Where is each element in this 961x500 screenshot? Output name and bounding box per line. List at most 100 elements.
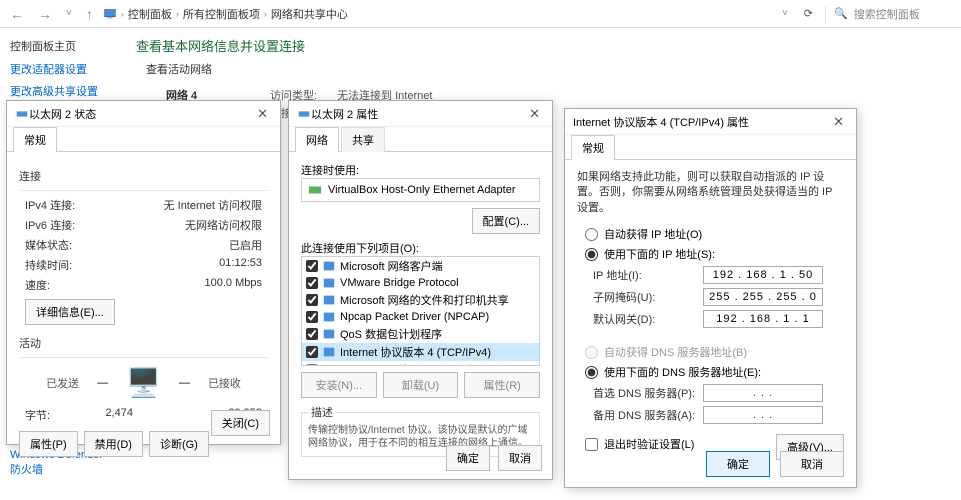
tab-general[interactable]: 常规 bbox=[13, 127, 57, 152]
speed-value: 100.0 Mbps bbox=[205, 277, 262, 293]
radio-auto-dns-label: 自动获得 DNS 服务器地址(B) bbox=[604, 344, 747, 360]
ipv4-conn-label: IPv4 连接: bbox=[25, 197, 75, 213]
ethernet-properties-dialog: 以太网 2 属性 ✕ 网络 共享 连接时使用: VirtualBox Host-… bbox=[288, 100, 553, 480]
bytes-sent: 2,474 bbox=[105, 407, 133, 423]
sidebar-link-sharing[interactable]: 更改高级共享设置 bbox=[10, 80, 110, 102]
component-icon bbox=[322, 345, 336, 359]
ip-address-input[interactable]: 192 . 168 . 1 . 50 bbox=[703, 266, 823, 284]
content-sub: 查看活动网络 bbox=[136, 61, 945, 77]
close-icon[interactable]: ✕ bbox=[253, 106, 272, 122]
ipv4-title: Internet 协议版本 4 (TCP/IPv4) 属性 bbox=[573, 114, 749, 130]
media-value: 已启用 bbox=[229, 237, 262, 253]
status-title: 以太网 2 状态 bbox=[29, 106, 96, 122]
uses-label: 此连接使用下列项目(O): bbox=[301, 240, 540, 256]
adapter-name: VirtualBox Host-Only Ethernet Adapter bbox=[328, 184, 516, 196]
activity-sep2: — bbox=[179, 377, 190, 389]
component-label: Microsoft 网络的文件和打印机共享 bbox=[340, 292, 509, 308]
radio-manual-dns-label: 使用下面的 DNS 服务器地址(E): bbox=[604, 364, 761, 380]
sidebar-link-adapter[interactable]: 更改适配器设置 bbox=[10, 58, 110, 80]
search-placeholder: 搜索控制面板 bbox=[854, 6, 920, 22]
component-label: Microsoft 网络适配器多路传送器协议 bbox=[340, 362, 520, 366]
diagnose-button[interactable]: 诊断(G) bbox=[149, 431, 209, 457]
search-box[interactable]: 🔍 搜索控制面板 bbox=[825, 6, 955, 22]
page-title: 查看基本网络信息并设置连接 bbox=[136, 36, 945, 55]
conn-using-label: 连接时使用: bbox=[301, 162, 540, 178]
adapter-icon bbox=[308, 183, 322, 197]
nav-up-icon[interactable]: ↑ bbox=[82, 6, 97, 22]
component-checkbox[interactable] bbox=[306, 294, 318, 306]
section-connection: 连接 bbox=[19, 168, 268, 184]
ip-address-label: IP 地址(I): bbox=[593, 267, 703, 283]
cancel-button[interactable]: 取消 bbox=[498, 445, 542, 471]
component-item[interactable]: QoS 数据包计划程序 bbox=[302, 325, 539, 343]
ipv4-note: 如果网络支持此功能，则可以获取自动指派的 IP 设置。否则，你需要从网络系统管理… bbox=[577, 170, 844, 216]
dns2-input[interactable]: . . . bbox=[703, 406, 823, 424]
details-button[interactable]: 详细信息(E)... bbox=[25, 299, 115, 325]
component-checkbox[interactable] bbox=[306, 346, 318, 358]
dialog-icon bbox=[15, 107, 29, 121]
tab-sharing[interactable]: 共享 bbox=[341, 127, 385, 152]
dns1-label: 首选 DNS 服务器(P): bbox=[593, 385, 703, 401]
validate-checkbox[interactable] bbox=[585, 438, 598, 451]
bc-item-0[interactable]: 控制面板 bbox=[128, 6, 172, 22]
components-listbox[interactable]: Microsoft 网络客户端VMware Bridge ProtocolMic… bbox=[301, 256, 540, 366]
bc-item-1[interactable]: 所有控制面板项 bbox=[183, 6, 260, 22]
component-item[interactable]: Microsoft 网络客户端 bbox=[302, 257, 539, 275]
component-item[interactable]: Npcap Packet Driver (NPCAP) bbox=[302, 309, 539, 325]
item-properties-button[interactable]: 属性(R) bbox=[464, 372, 540, 398]
tab-general[interactable]: 常规 bbox=[571, 135, 615, 160]
dns1-input[interactable]: . . . bbox=[703, 384, 823, 402]
nav-history-icon[interactable]: ˅ bbox=[62, 8, 76, 19]
bc-item-2[interactable]: 网络和共享中心 bbox=[271, 6, 348, 22]
breadcrumb[interactable]: › 控制面板 › 所有控制面板项 › 网络和共享中心 bbox=[103, 6, 772, 22]
tab-network[interactable]: 网络 bbox=[295, 127, 339, 152]
configure-button[interactable]: 配置(C)... bbox=[472, 208, 540, 234]
section-activity: 活动 bbox=[19, 335, 268, 351]
properties-button[interactable]: 属性(P) bbox=[19, 431, 78, 457]
nav-back-icon[interactable]: ← bbox=[6, 6, 28, 22]
component-label: QoS 数据包计划程序 bbox=[340, 326, 442, 342]
ok-button[interactable]: 确定 bbox=[706, 451, 770, 477]
bc-dropdown-icon[interactable]: ˅ bbox=[778, 8, 792, 19]
component-icon bbox=[322, 363, 336, 366]
component-checkbox[interactable] bbox=[306, 364, 318, 366]
component-checkbox[interactable] bbox=[306, 260, 318, 272]
duration-label: 持续时间: bbox=[25, 257, 72, 273]
activity-icon: 🖥️ bbox=[126, 366, 161, 399]
bytes-label: 字节: bbox=[25, 407, 50, 423]
cancel-button[interactable]: 取消 bbox=[780, 451, 844, 477]
disable-button[interactable]: 禁用(D) bbox=[84, 431, 143, 457]
component-item[interactable]: Microsoft 网络适配器多路传送器协议 bbox=[302, 361, 539, 366]
close-icon[interactable]: ✕ bbox=[525, 106, 544, 122]
nav-fwd-icon[interactable]: → bbox=[34, 6, 56, 22]
radio-manual-ip[interactable] bbox=[585, 248, 598, 261]
ethernet-status-dialog: 以太网 2 状态 ✕ 常规 连接 IPv4 连接: 无 Internet 访问权限… bbox=[6, 100, 281, 445]
uninstall-button[interactable]: 卸载(U) bbox=[383, 372, 459, 398]
radio-manual-ip-label: 使用下面的 IP 地址(S): bbox=[604, 246, 715, 262]
component-checkbox[interactable] bbox=[306, 328, 318, 340]
radio-auto-ip[interactable] bbox=[585, 228, 598, 241]
close-icon[interactable]: ✕ bbox=[829, 114, 848, 130]
component-item[interactable]: Internet 协议版本 4 (TCP/IPv4) bbox=[302, 343, 539, 361]
sidebar-home[interactable]: 控制面板主页 bbox=[10, 38, 110, 54]
component-item[interactable]: Microsoft 网络的文件和打印机共享 bbox=[302, 291, 539, 309]
speed-label: 速度: bbox=[25, 277, 50, 293]
description-header: 描述 bbox=[308, 404, 336, 420]
refresh-icon[interactable]: ⟳ bbox=[798, 7, 819, 20]
ipv4-properties-dialog: Internet 协议版本 4 (TCP/IPv4) 属性 ✕ 常规 如果网络支… bbox=[564, 108, 857, 488]
component-icon bbox=[322, 327, 336, 341]
radio-manual-dns[interactable] bbox=[585, 366, 598, 379]
component-checkbox[interactable] bbox=[306, 311, 318, 323]
component-checkbox[interactable] bbox=[306, 277, 318, 289]
activity-sep: — bbox=[97, 377, 108, 389]
ipv6-conn-value: 无网络访问权限 bbox=[185, 217, 262, 233]
ipv4-conn-value: 无 Internet 访问权限 bbox=[164, 197, 262, 213]
adapter-box: VirtualBox Host-Only Ethernet Adapter bbox=[301, 178, 540, 202]
ok-button[interactable]: 确定 bbox=[446, 445, 490, 471]
subnet-mask-input[interactable]: 255 . 255 . 255 . 0 bbox=[703, 288, 823, 306]
gateway-input[interactable]: 192 . 168 . 1 . 1 bbox=[703, 310, 823, 328]
component-item[interactable]: VMware Bridge Protocol bbox=[302, 275, 539, 291]
close-button[interactable]: 关闭(C) bbox=[211, 410, 270, 436]
duration-value: 01:12:53 bbox=[219, 257, 262, 273]
install-button[interactable]: 安装(N)... bbox=[301, 372, 377, 398]
